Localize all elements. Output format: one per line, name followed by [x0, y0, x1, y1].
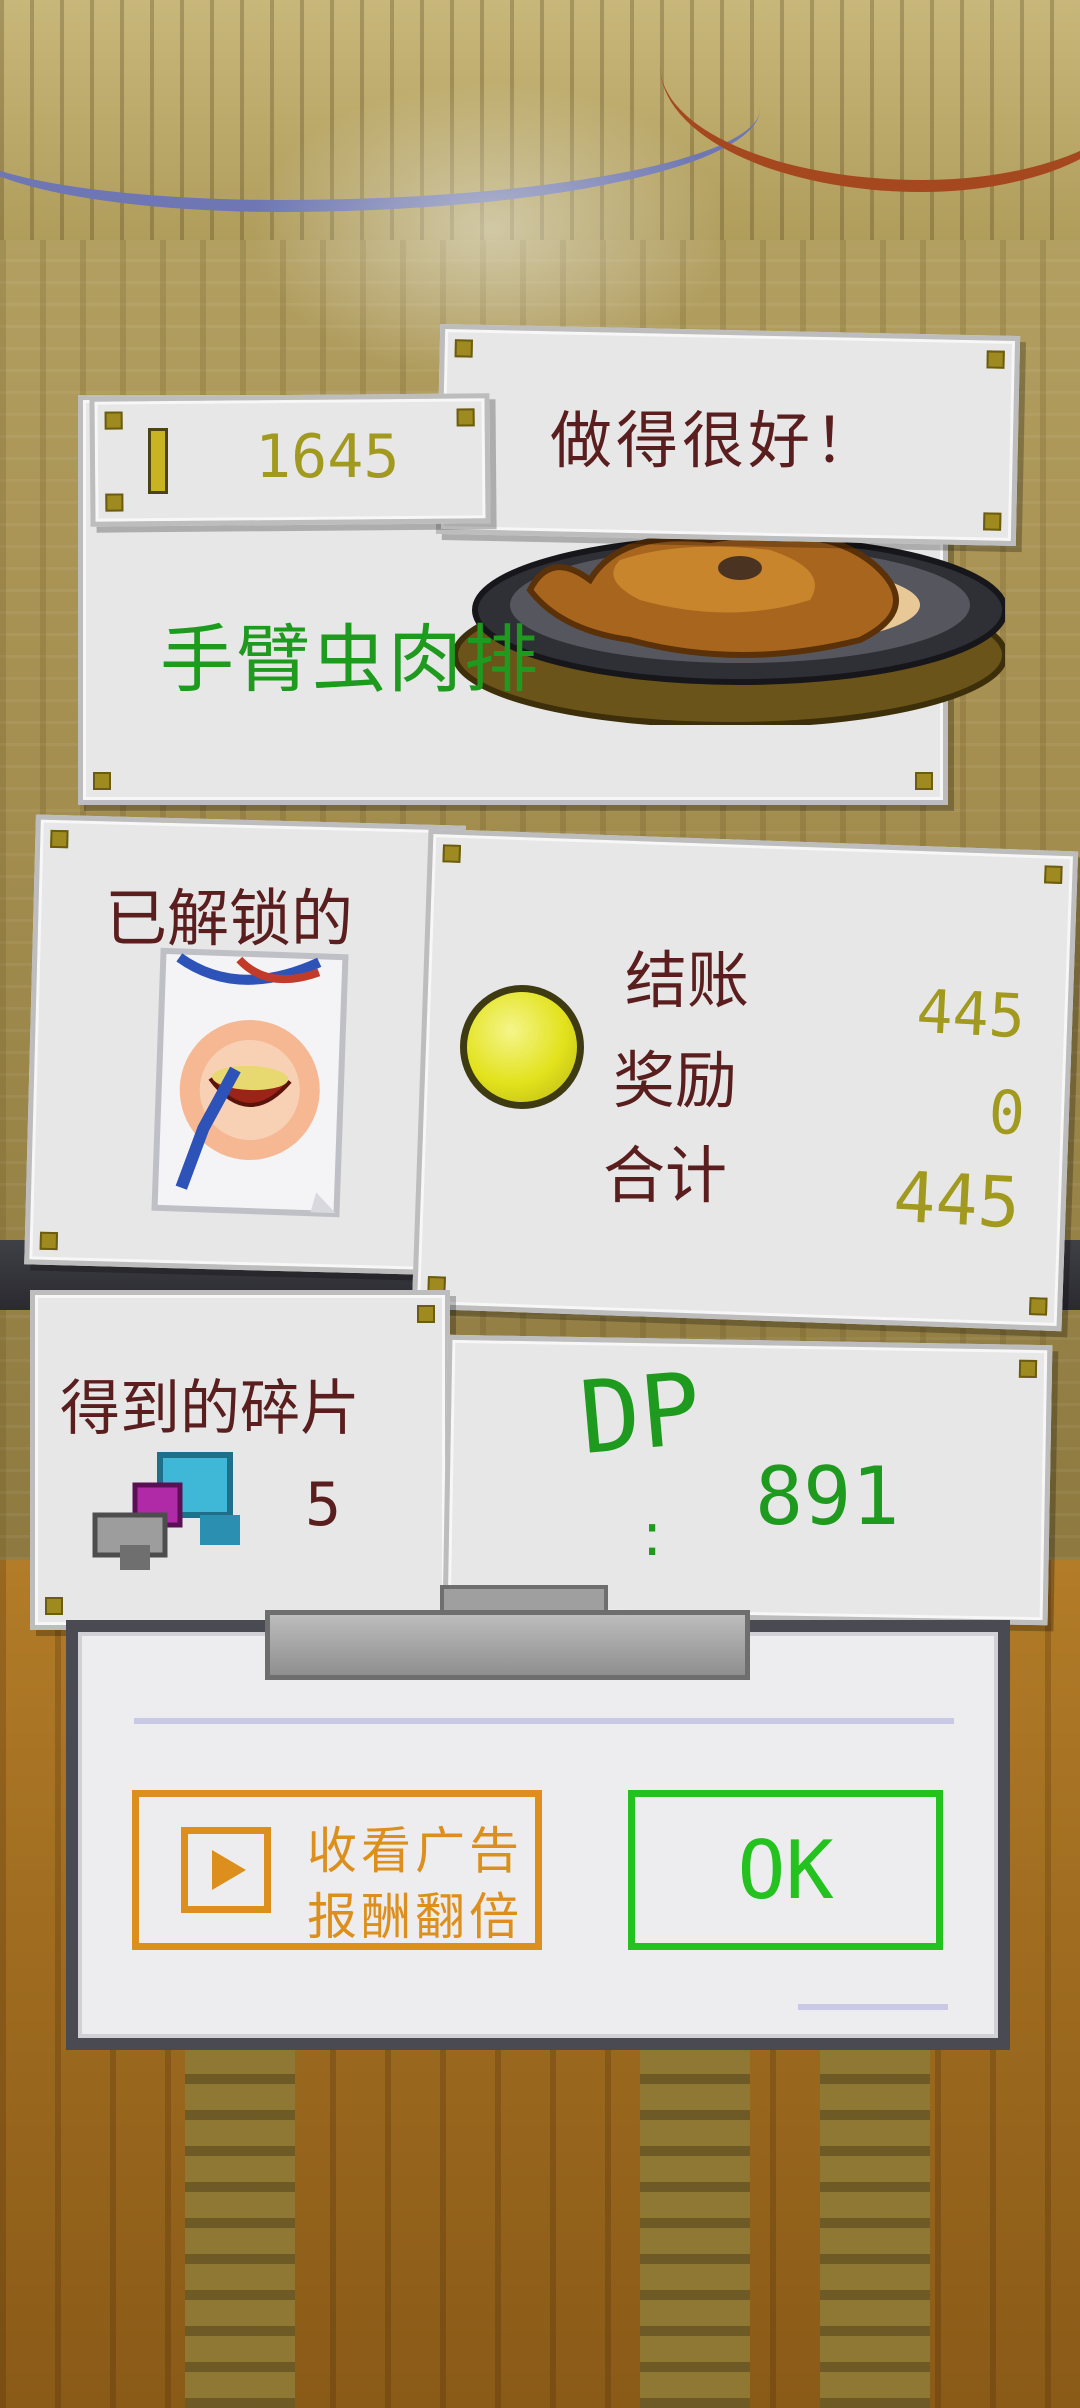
divider	[798, 2004, 948, 2010]
rivet	[983, 512, 1002, 531]
table-leg	[640, 2040, 750, 2408]
checkout-label: 结账	[625, 944, 750, 1017]
rivet	[39, 1231, 59, 1251]
dp-label: DP	[575, 1349, 706, 1478]
unlocked-label: 已解锁的	[105, 882, 354, 955]
rivet	[417, 1305, 435, 1323]
shards-count: 5	[305, 1470, 342, 1540]
divider	[134, 1718, 954, 1724]
rivet	[1018, 1359, 1038, 1379]
rivet	[454, 339, 473, 358]
dp-colon: :	[642, 1500, 663, 1570]
watch-ad-double-button[interactable]: 收看广告 报酬翻倍	[132, 1790, 542, 1950]
ok-label: OK	[737, 1823, 834, 1917]
shard-icon	[92, 1452, 240, 1570]
clipboard-clip	[265, 1610, 750, 1680]
rivet	[50, 829, 69, 849]
gold-amount: 1645	[255, 422, 400, 492]
bonus-value: 0	[986, 1077, 1027, 1150]
praise-text: 做得很好！	[550, 404, 881, 477]
rivet	[1028, 1297, 1048, 1316]
gold-bar-icon	[148, 428, 168, 494]
dish-name: 手臂虫肉排	[160, 617, 540, 703]
ad-button-line1: 收看广告	[307, 1822, 523, 1880]
rivet	[104, 411, 123, 430]
coin-icon	[460, 985, 584, 1109]
rivet	[93, 772, 111, 790]
checkout-value: 445	[914, 976, 1027, 1053]
rivet	[915, 772, 933, 790]
table-leg	[820, 2040, 930, 2408]
ad-button-line2: 报酬翻倍	[307, 1888, 523, 1946]
total-label: 合计	[603, 1139, 728, 1212]
rivet	[1044, 865, 1063, 884]
total-value: 445	[891, 1155, 1023, 1245]
dp-value: 891	[755, 1450, 900, 1543]
video-play-icon	[181, 1827, 271, 1913]
ok-button[interactable]: OK	[628, 1790, 943, 1950]
bonus-label: 奖励	[613, 1044, 738, 1117]
rivet	[456, 408, 475, 427]
rivet	[105, 493, 124, 512]
rivet	[986, 350, 1005, 369]
rivet	[45, 1597, 63, 1615]
table-leg	[185, 2040, 295, 2408]
dp-card	[442, 1334, 1053, 1626]
recipe-card-icon	[151, 947, 349, 1218]
rivet	[442, 844, 462, 863]
shards-label: 得到的碎片	[60, 1374, 360, 1444]
